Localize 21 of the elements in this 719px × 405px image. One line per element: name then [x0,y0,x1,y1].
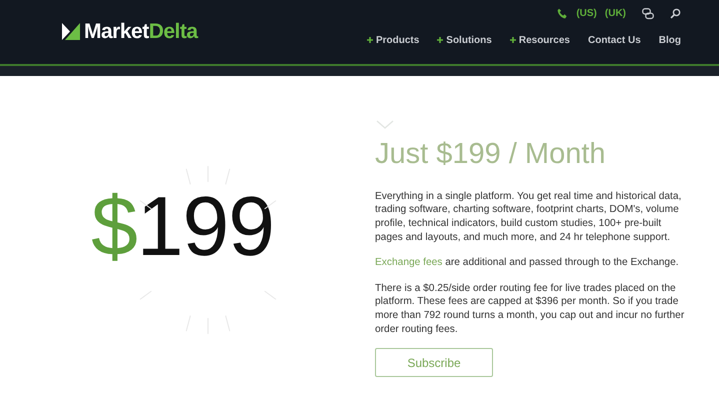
fees-text: Exchange fees are additional and passed through to the Exchange. [375,256,680,270]
region-link[interactable]: (UK) [604,6,626,21]
nav-link[interactable]: Solutions [437,33,492,48]
logo-text[interactable]: MarketDelta [84,20,198,42]
nav-link[interactable]: Products [366,33,420,48]
description-text: Everything in a single platform. You get real time and historical data, trading software, charting software, footprint charts, DOM's, volume profile, technical indicators, build custom studies, 100+ pre-built pages and layouts, and much more, and 24 hr telephone support. [375,190,682,244]
nav-link[interactable]: Resources [510,33,570,48]
price-display: $199 [91,184,274,268]
search-icon[interactable] [670,8,681,19]
nav-link[interactable]: Blog [658,33,681,48]
phone-icon[interactable] [557,8,568,19]
plus-icon [510,37,516,43]
region-link[interactable]: (US) [576,6,597,21]
chat-icon[interactable] [642,8,654,20]
offer-title: Just $199 / Month [375,137,607,172]
plus-icon [437,37,444,43]
routing-fee-text: There is a $0.25/side order routing fee for live trades placed on the platform. These fees are capped at $396 per month. So if you trade more than 792 round turns a month, you cap out and incur no further order routing fees. [375,282,686,336]
chevron-icon [376,120,394,129]
nav-link[interactable]: Contact Us [588,33,641,48]
plus-icon [366,37,373,43]
logo-icon [62,22,80,40]
